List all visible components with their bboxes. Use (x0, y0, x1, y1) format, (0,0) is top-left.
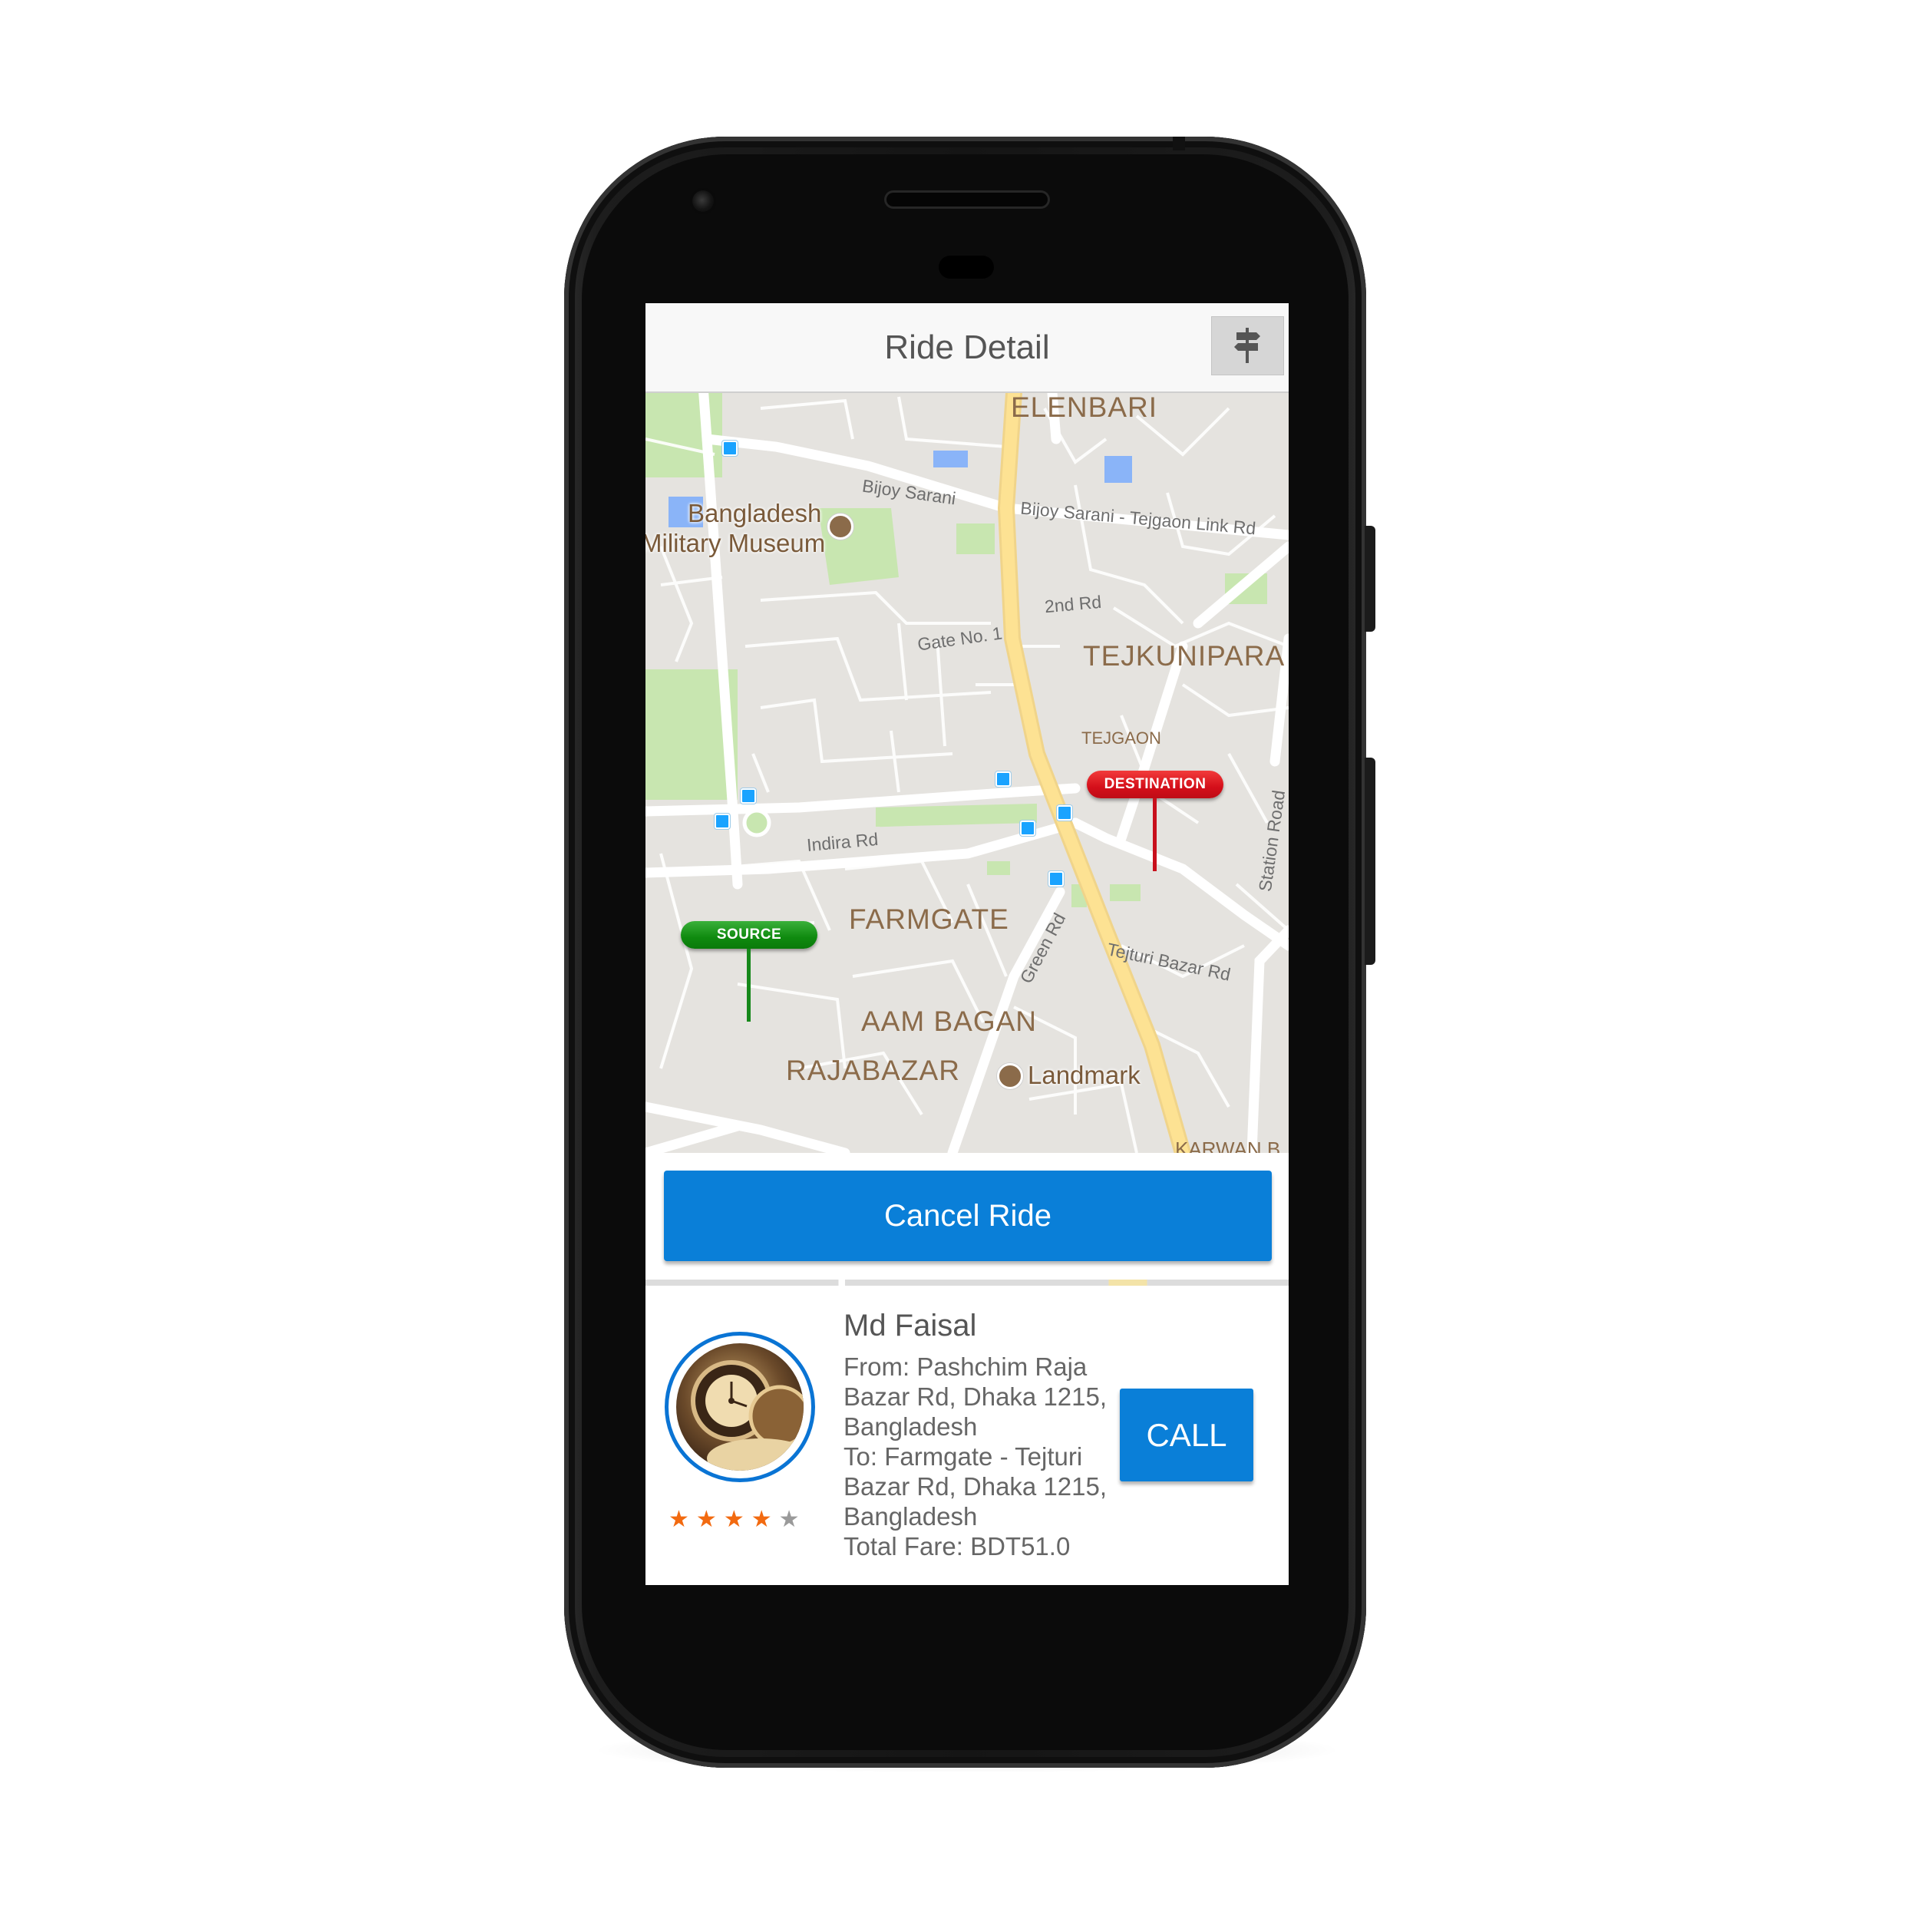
area-label-tejkunipara: TEJKUNIPARA (1083, 640, 1286, 672)
source-marker-label: SOURCE (681, 921, 817, 949)
poi-label-museum-line1: Bangladesh (688, 499, 822, 527)
app-screen: Ride Detail ELENBARI TEJKUNIPARA TEJGAON… (645, 303, 1289, 1585)
area-label-rajabazar: RAJABAZAR (786, 1055, 960, 1086)
route-button[interactable] (1211, 316, 1284, 375)
bus-stop-icon (715, 814, 730, 829)
bus-stop-icon (1057, 805, 1072, 821)
area-label-karwan: KARWAN B (1175, 1138, 1281, 1153)
bus-stop-icon (1048, 871, 1064, 887)
star-icon: ★ (723, 1507, 751, 1532)
page-title: Ride Detail (884, 329, 1050, 366)
signpost-icon (1234, 328, 1260, 363)
earpiece-speaker (886, 193, 1048, 206)
bus-stop-icon (741, 788, 756, 804)
call-button[interactable]: CALL (1120, 1389, 1253, 1481)
ride-to: To: Farmgate - Tejturi Bazar Rd, Dhaka 1… (844, 1442, 1108, 1531)
power-button (1365, 526, 1375, 632)
ride-from: From: Pashchim Raja Bazar Rd, Dhaka 1215… (844, 1352, 1108, 1441)
volume-button (1365, 758, 1375, 965)
driver-rating: ★★★★★ (669, 1506, 822, 1534)
driver-name: Md Faisal (844, 1309, 977, 1342)
ride-fare: Total Fare: BDT51.0 (844, 1532, 1071, 1560)
proximity-sensor (939, 256, 994, 279)
area-label-tejgaon: TEJGAON (1081, 728, 1161, 748)
driver-card: ★★★★★ Md Faisal From: Pashchim Raja Baza… (645, 1287, 1289, 1585)
front-camera (692, 190, 714, 212)
ride-info: From: Pashchim Raja Bazar Rd, Dhaka 1215… (844, 1352, 1112, 1561)
poi-label-landmark: Landmark (1028, 1061, 1141, 1089)
star-icon: ★ (695, 1507, 724, 1532)
star-icon: ★ (669, 1507, 696, 1532)
bus-stop-icon (722, 441, 738, 456)
map-view[interactable]: ELENBARI TEJKUNIPARA TEJGAON FARMGATE AA… (645, 393, 1289, 1153)
star-empty-icon: ★ (778, 1507, 807, 1532)
cancel-ride-button[interactable]: Cancel Ride (664, 1171, 1272, 1261)
destination-marker-label: DESTINATION (1087, 771, 1223, 798)
bus-stop-icon (995, 771, 1011, 787)
app-bar: Ride Detail (645, 303, 1289, 393)
poi-label-museum-line2: Military Museum (645, 529, 826, 557)
map-edge-strip (645, 1280, 1289, 1286)
landmark-icon[interactable] (997, 1063, 1023, 1089)
avatar-photo (676, 1343, 804, 1471)
area-label-farmgate: FARMGATE (849, 903, 1009, 935)
area-label-aam-bagan: AAM BAGAN (861, 1006, 1037, 1037)
antenna-line (1173, 137, 1185, 150)
area-label-elenbari: ELENBARI (1011, 393, 1158, 423)
bus-stop-icon (1020, 821, 1035, 836)
source-marker-pin (747, 949, 751, 1022)
star-icon: ★ (751, 1507, 779, 1532)
destination-marker-pin (1153, 798, 1157, 871)
driver-avatar (665, 1332, 815, 1482)
museum-icon[interactable] (827, 514, 853, 540)
